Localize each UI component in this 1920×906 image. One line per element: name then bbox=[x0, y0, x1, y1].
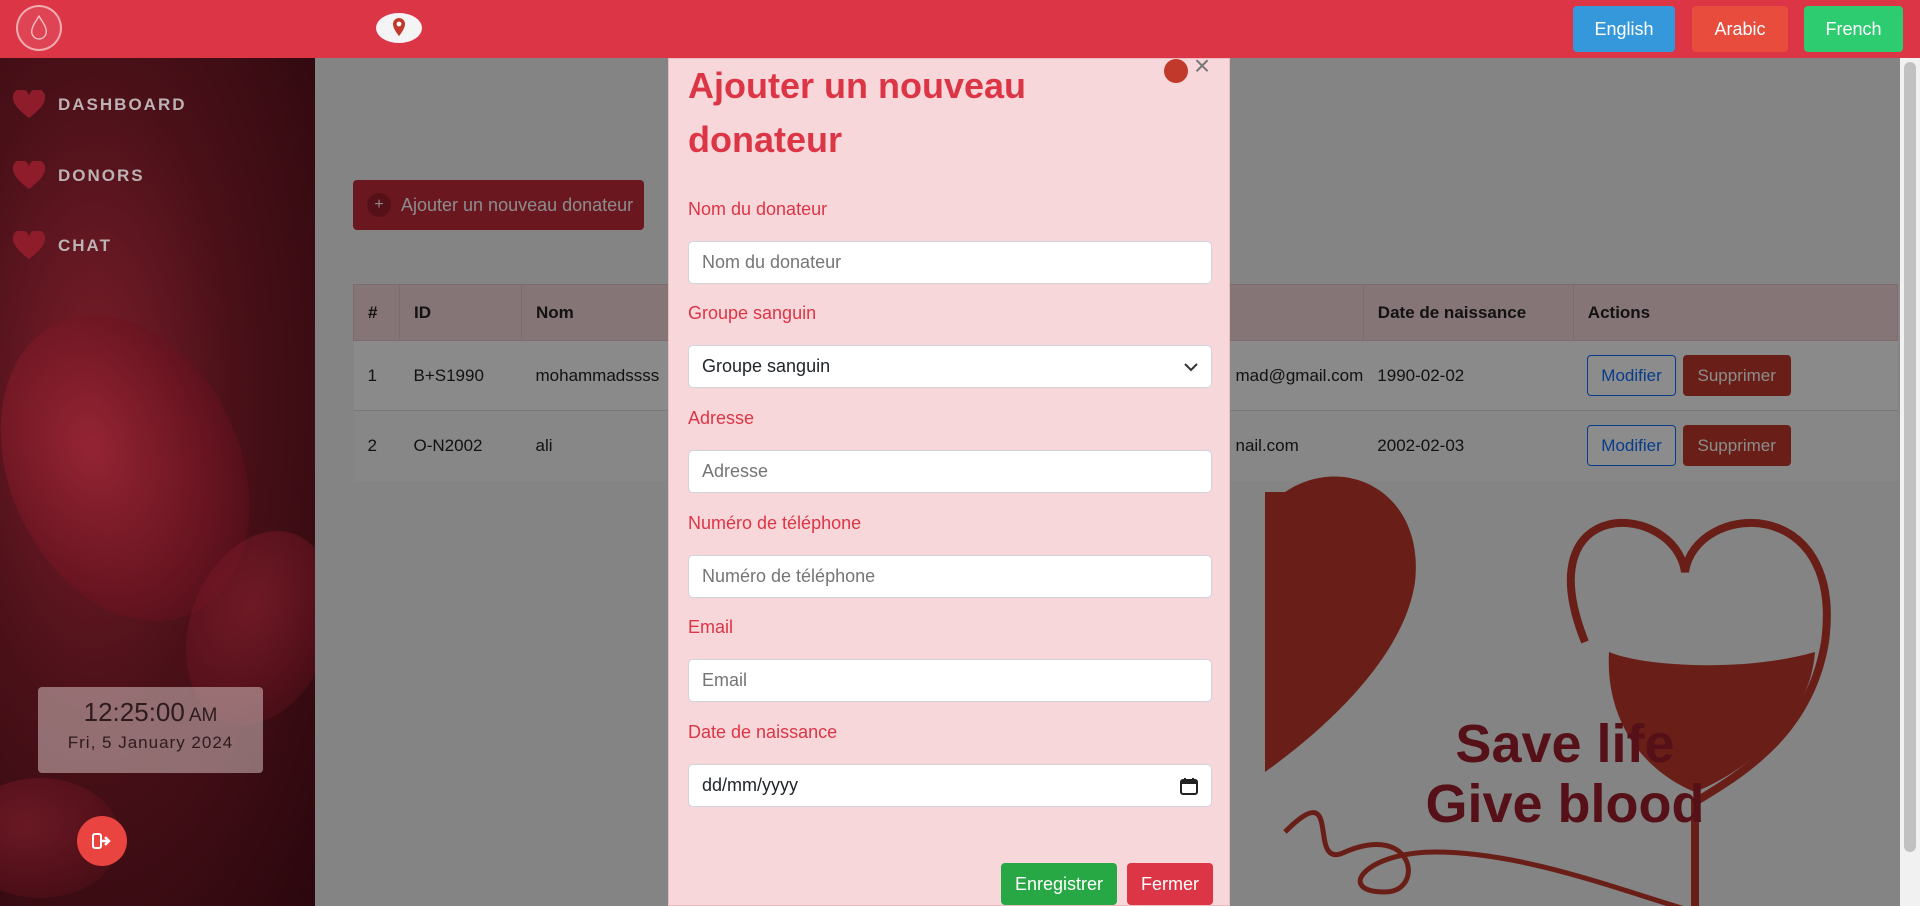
address-input[interactable] bbox=[688, 450, 1212, 493]
heart-icon bbox=[12, 161, 46, 189]
dob-placeholder: dd/mm/yyyy bbox=[702, 775, 799, 795]
address-label: Adresse bbox=[688, 408, 755, 428]
scrollbar[interactable] bbox=[1900, 58, 1920, 906]
sidebar: DASHBOARD DONORS CHAT 12:25:00 AM Fri, 5 … bbox=[0, 58, 315, 906]
sidebar-item-label: CHAT bbox=[58, 236, 112, 255]
clock-widget: 12:25:00 AM Fri, 5 January 2024 bbox=[38, 687, 263, 773]
donor-name-label: Nom du donateur bbox=[688, 199, 828, 219]
modal-title: Ajouter un nouveau donateur bbox=[688, 65, 1027, 160]
english-button[interactable]: English bbox=[1573, 6, 1675, 52]
blood-group-value: Groupe sanguin bbox=[702, 356, 831, 376]
clock-time-value: 12:25:00 bbox=[83, 697, 185, 727]
heart-icon bbox=[12, 231, 46, 259]
dob-label: Date de naissance bbox=[688, 722, 838, 742]
logout-button[interactable] bbox=[77, 816, 127, 866]
blood-drop-logo-icon bbox=[16, 5, 62, 51]
clock-ampm: AM bbox=[188, 705, 218, 726]
phone-input[interactable] bbox=[688, 555, 1212, 598]
heart-icon bbox=[12, 90, 46, 118]
sidebar-item-chat[interactable]: CHAT bbox=[12, 231, 112, 261]
donor-name-input[interactable] bbox=[688, 241, 1212, 284]
sidebar-item-label: DASHBOARD bbox=[58, 95, 187, 114]
sidebar-item-dashboard[interactable]: DASHBOARD bbox=[12, 90, 187, 120]
scroll-thumb[interactable] bbox=[1904, 62, 1916, 852]
email-input[interactable] bbox=[688, 659, 1212, 702]
email-label: Email bbox=[688, 617, 734, 637]
logout-icon bbox=[92, 833, 111, 849]
arabic-button[interactable]: Arabic bbox=[1692, 6, 1788, 52]
save-button[interactable]: Enregistrer bbox=[1001, 863, 1117, 905]
calendar-icon[interactable] bbox=[1180, 777, 1198, 795]
chevron-down-icon bbox=[1184, 362, 1198, 371]
location-pin-icon bbox=[376, 13, 422, 43]
sidebar-item-label: DONORS bbox=[58, 166, 145, 185]
sidebar-item-donors[interactable]: DONORS bbox=[12, 161, 145, 191]
blood-group-label: Groupe sanguin bbox=[688, 303, 817, 323]
dob-input[interactable]: dd/mm/yyyy bbox=[688, 764, 1212, 807]
top-bar: English Arabic French bbox=[0, 0, 1920, 58]
clock-time: 12:25:00 AM bbox=[38, 697, 263, 728]
french-button[interactable]: French bbox=[1804, 6, 1903, 52]
close-icon[interactable]: × bbox=[1189, 52, 1215, 80]
phone-label: Numéro de téléphone bbox=[688, 513, 862, 533]
blood-group-select[interactable]: Groupe sanguin bbox=[688, 345, 1212, 388]
blood-drop-icon bbox=[1164, 59, 1188, 83]
close-button[interactable]: Fermer bbox=[1127, 863, 1213, 905]
add-donor-modal: Ajouter un nouveau donateur × Nom du don… bbox=[668, 52, 1230, 906]
clock-date: Fri, 5 January 2024 bbox=[67, 733, 234, 752]
